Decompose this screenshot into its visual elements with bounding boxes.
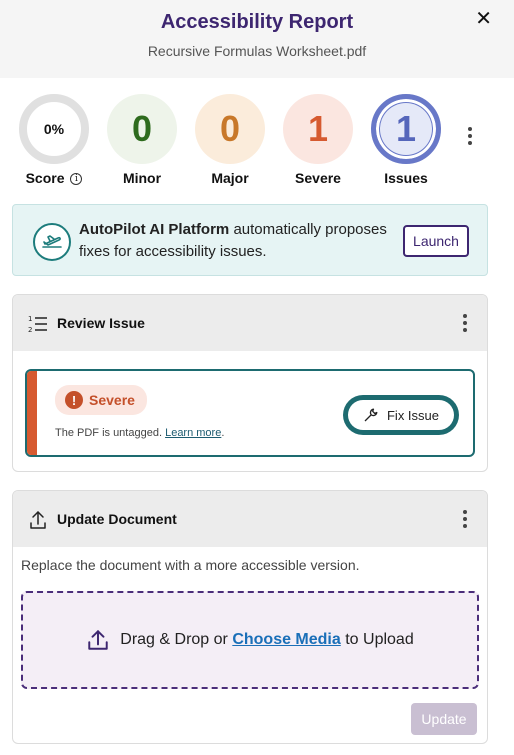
launch-button[interactable]: Launch [403, 225, 469, 257]
autopilot-name: AutoPilot AI Platform [79, 221, 230, 238]
autopilot-description: AutoPilot AI Platform automatically prop… [79, 219, 399, 263]
stats-row: 0% Score i 0 Minor 0 Major 1 Severe 1 Is… [0, 90, 514, 190]
fix-issue-button[interactable]: Fix Issue [343, 395, 459, 435]
severity-badge: ! Severe [55, 385, 147, 415]
update-more-menu-icon[interactable] [455, 509, 475, 529]
exclamation-icon: ! [65, 391, 83, 409]
update-button[interactable]: Update [411, 703, 477, 735]
choose-media-link[interactable]: Choose Media [232, 631, 340, 648]
close-button[interactable]: ✕ [475, 6, 492, 30]
issue-card[interactable]: ! Severe The PDF is untagged. Learn more… [25, 369, 475, 457]
stat-score: 0% Score i [18, 94, 90, 186]
update-document-title: Update Document [57, 511, 177, 527]
stat-severe[interactable]: 1 Severe [282, 94, 354, 186]
fix-issue-label: Fix Issue [386, 407, 439, 423]
severe-count: 1 [283, 94, 353, 164]
stat-major[interactable]: 0 Major [194, 94, 266, 186]
learn-more-link[interactable]: Learn more [165, 427, 221, 439]
issue-description: The PDF is untagged. Learn more. [55, 427, 225, 439]
document-filename: Recursive Formulas Worksheet.pdf [147, 43, 367, 59]
review-issue-panel: 1 2 Review Issue ! Severe The PDF is unt… [12, 294, 488, 472]
minor-label: Minor [122, 170, 162, 186]
upload-icon [30, 511, 46, 529]
score-label: Score [25, 170, 65, 186]
issues-count: 1 [380, 103, 432, 155]
major-label: Major [211, 170, 249, 186]
stat-issues[interactable]: 1 Issues [370, 94, 442, 186]
svg-text:1: 1 [28, 315, 32, 323]
autopilot-plane-icon [33, 223, 71, 261]
stats-more-menu-icon[interactable] [460, 126, 480, 146]
upload-dropzone[interactable]: Drag & Drop or Choose Media to Upload [21, 591, 479, 689]
issues-ring: 1 [371, 94, 441, 164]
stat-minor[interactable]: 0 Minor [106, 94, 178, 186]
wrench-icon [364, 408, 378, 422]
issues-label: Issues [384, 170, 428, 186]
update-document-panel: Update Document Replace the document wit… [12, 490, 488, 744]
review-issue-header: 1 2 Review Issue [13, 295, 487, 351]
report-header: Accessibility Report Recursive Formulas … [0, 0, 514, 78]
review-more-menu-icon[interactable] [455, 313, 475, 333]
page-title: Accessibility Report [160, 11, 354, 33]
numbered-list-icon: 1 2 [28, 315, 47, 334]
severity-label: Severe [89, 392, 135, 408]
major-count: 0 [195, 94, 265, 164]
info-icon[interactable]: i [70, 173, 83, 186]
update-document-header: Update Document [13, 491, 487, 547]
review-issue-title: Review Issue [57, 315, 145, 331]
score-gauge: 0% [19, 94, 89, 164]
minor-count: 0 [107, 94, 177, 164]
autopilot-banner: AutoPilot AI Platform automatically prop… [12, 204, 488, 276]
svg-text:2: 2 [28, 326, 32, 334]
severity-bar [27, 371, 37, 455]
upload-dropzone-icon [88, 630, 108, 650]
update-description: Replace the document with a more accessi… [21, 557, 360, 573]
severe-label: Severe [295, 170, 341, 186]
